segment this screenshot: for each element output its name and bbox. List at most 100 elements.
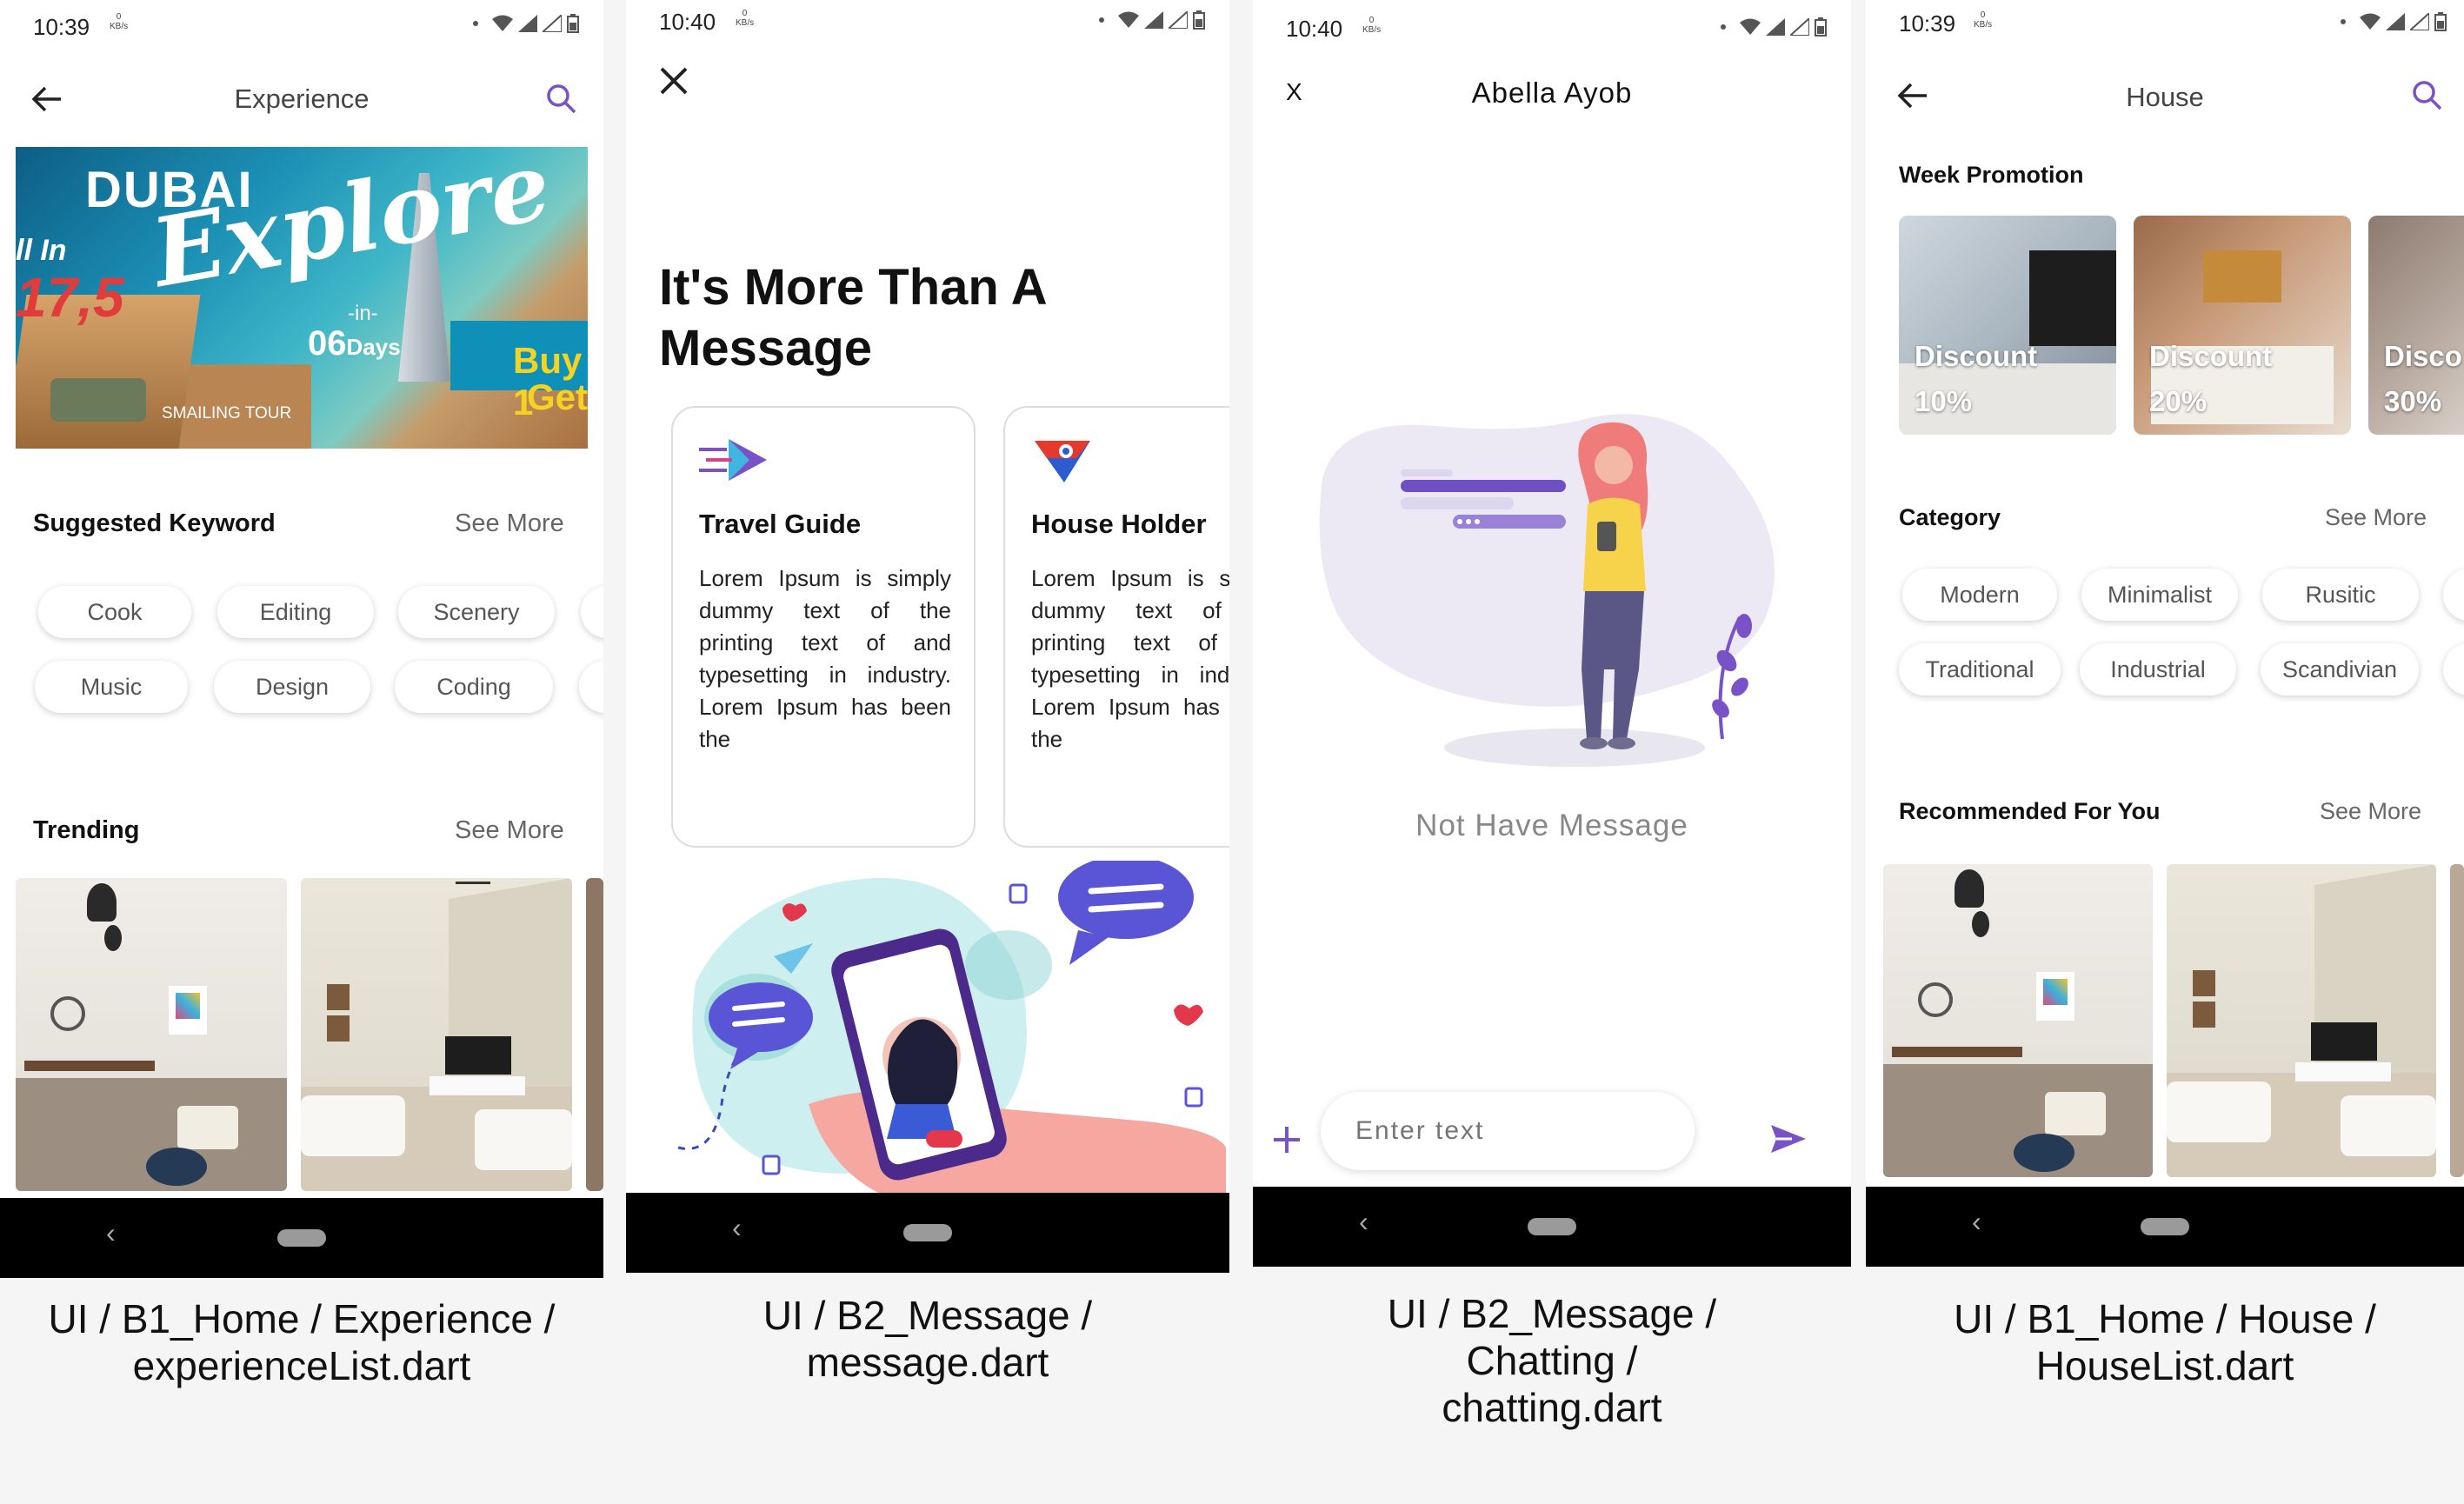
empty-state-text: Not Have Message — [1415, 809, 1688, 842]
battery-icon — [567, 14, 579, 33]
caption-message: UI / B2_Message / message.dart — [763, 1293, 1093, 1385]
keyword-chip[interactable]: Editing — [217, 586, 374, 638]
status-icons — [2341, 12, 2447, 31]
message-heading: It's More Than A Message — [659, 259, 1048, 376]
status-icons — [1099, 10, 1205, 30]
contact-name: Abella Ayob — [1471, 77, 1633, 109]
message-input[interactable] — [1321, 1092, 1695, 1170]
status-time: 10:40 — [659, 9, 716, 35]
keyword-chip[interactable]: Music — [35, 661, 188, 713]
caption-house: UI / B1_Home / House / HouseList.dart — [1954, 1296, 2376, 1388]
recommended-room-card[interactable] — [2167, 864, 2436, 1177]
status-icons — [1721, 17, 1827, 37]
wifi-icon — [1118, 11, 1139, 28]
banner-days: 06Days — [308, 324, 401, 363]
search-icon[interactable] — [2412, 80, 2443, 111]
signal-icon — [2386, 13, 2405, 30]
trending-see-more-link[interactable]: See More — [455, 816, 564, 845]
nav-home-pill[interactable] — [277, 1229, 326, 1247]
wifi-icon — [1740, 18, 1761, 35]
wifi-icon — [492, 15, 513, 31]
keyword-chip[interactable]: Coding — [395, 661, 553, 713]
trending-room-card[interactable] — [301, 878, 572, 1191]
promo-label: Discount 20% — [2149, 340, 2273, 417]
nav-back-icon[interactable]: ‹ — [732, 1212, 742, 1244]
caption-chatting: UI / B2_Message / Chatting / chatting.da… — [1387, 1291, 1717, 1430]
category-chip[interactable]: Minimalist — [2081, 569, 2238, 621]
promo-card[interactable]: Discount 10% — [1899, 216, 2116, 435]
banner-jeep — [50, 378, 146, 422]
signal-icon — [1790, 18, 1809, 36]
signal-icon — [1766, 18, 1785, 36]
signal-icon — [518, 15, 537, 32]
keyword-chip[interactable]: Design — [214, 661, 370, 713]
feature-card[interactable]: House Holder Lorem Ipsum is simply dummy… — [1003, 406, 1229, 848]
signal-icon — [1169, 11, 1188, 29]
promo-card-partial[interactable]: Disco 30% — [2368, 216, 2464, 435]
recommended-room-card-partial[interactable] — [2450, 864, 2464, 1177]
status-time: 10:39 — [1899, 10, 1956, 37]
category-chip[interactable]: Industrial — [2080, 643, 2236, 695]
search-icon[interactable] — [546, 83, 577, 115]
banner-price: 17,5 — [16, 266, 124, 329]
nav-back-icon[interactable]: ‹ — [106, 1217, 116, 1249]
category-chip[interactable]: Rusitic — [2262, 569, 2419, 621]
card-title: Travel Guide — [699, 509, 862, 539]
close-icon[interactable] — [659, 66, 689, 96]
battery-icon — [1815, 17, 1827, 37]
category-chip[interactable]: Scandivian — [2261, 643, 2419, 695]
nav-home-pill[interactable] — [2141, 1218, 2189, 1235]
category-see-more-link[interactable]: See More — [2325, 504, 2427, 531]
android-nav-bar: ‹ — [0, 1198, 603, 1278]
feature-card[interactable]: Travel Guide Lorem Ipsum is simply dummy… — [671, 406, 976, 848]
status-time: 10:40 — [1286, 16, 1343, 42]
send-icon[interactable] — [1769, 1121, 1808, 1156]
category-chip[interactable]: Traditional — [1899, 643, 2061, 695]
trending-room-card[interactable] — [16, 878, 287, 1191]
page-title: Experience — [234, 83, 370, 114]
status-network-speed: 0 KB/s — [1362, 16, 1382, 35]
house-screen: 10:39 0 KB/s House Week Promotion Discoun… — [1866, 0, 2464, 1267]
promo-label: Disco 30% — [2384, 340, 2462, 417]
keyword-chip-partial[interactable] — [579, 661, 603, 713]
card-title: House Holder — [1031, 509, 1207, 539]
experience-banner[interactable]: DUBAI Explore -in- 06Days ll In 17,5 SMA… — [16, 147, 588, 449]
wifi-icon — [2360, 13, 2381, 30]
recommended-room-card[interactable] — [1883, 864, 2153, 1177]
banner-tour: SMAILING TOUR — [162, 404, 292, 423]
recommended-see-more-link[interactable]: See More — [2320, 798, 2421, 825]
signal-icon — [543, 15, 562, 32]
signal-icon — [1144, 11, 1163, 29]
keyword-chip[interactable]: Scenery — [398, 586, 555, 638]
nav-home-pill[interactable] — [903, 1224, 952, 1241]
category-chip-partial[interactable] — [2443, 569, 2464, 621]
banner-left-line: ll In — [16, 234, 67, 267]
status-time: 10:39 — [33, 14, 90, 40]
plus-icon[interactable] — [1272, 1125, 1302, 1155]
banner-in: -in- — [348, 302, 378, 325]
suggested-see-more-link[interactable]: See More — [455, 509, 564, 538]
promo-card[interactable]: Discount 20% — [2134, 216, 2351, 435]
android-nav-bar: ‹ — [626, 1193, 1229, 1273]
category-chip-partial[interactable] — [2443, 643, 2464, 695]
android-nav-bar: ‹ — [1866, 1187, 2464, 1267]
status-network-speed: 0 KB/s — [110, 12, 129, 31]
signal-icon — [2410, 13, 2429, 30]
keyword-chip-partial[interactable] — [581, 586, 603, 638]
card-body: Lorem Ipsum is simply dummy text of the … — [699, 565, 951, 752]
house-holder-icon — [1035, 441, 1090, 482]
status-bar: 10:40 0 KB/s — [1253, 0, 1851, 56]
category-chip[interactable]: Modern — [1902, 569, 2057, 621]
keyword-chip[interactable]: Cook — [38, 586, 191, 638]
status-bar: 10:39 0 KB/s — [0, 0, 603, 56]
card-body: Lorem Ipsum is simply dummy text of the … — [1031, 565, 1229, 752]
nav-back-icon[interactable]: ‹ — [1359, 1206, 1369, 1238]
battery-icon — [2434, 12, 2447, 31]
message-screen: 10:40 0 KB/s It's More Than A Message Tra… — [626, 0, 1229, 1273]
nav-back-icon[interactable]: ‹ — [1972, 1206, 1981, 1238]
nav-home-pill[interactable] — [1528, 1218, 1576, 1235]
trending-room-card-partial[interactable] — [586, 878, 603, 1191]
status-bar: 10:39 0 KB/s — [1866, 0, 2464, 56]
category-title: Category — [1899, 504, 2001, 530]
week-promotion-title: Week Promotion — [1899, 162, 2084, 188]
